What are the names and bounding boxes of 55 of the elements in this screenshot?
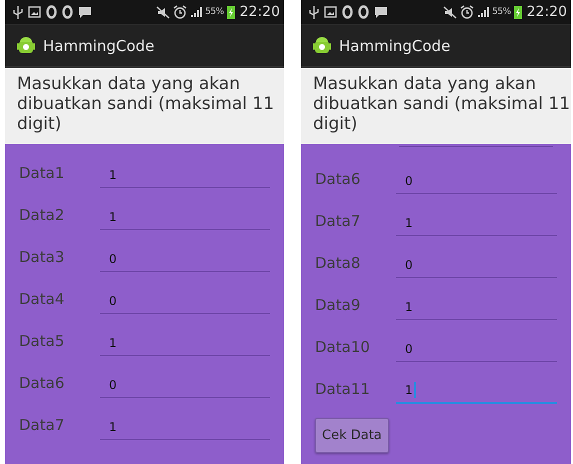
clock-time: 22:20 [526, 4, 567, 20]
field-label: Data6 [19, 374, 66, 392]
battery-icon [226, 5, 235, 19]
field-label: Data2 [19, 206, 66, 224]
field-label: Data11 [315, 380, 371, 398]
input-field[interactable]: 1 [100, 414, 270, 440]
battery-icon [514, 5, 522, 19]
input-field[interactable]: 0 [396, 168, 557, 194]
input-field[interactable]: 0 [396, 252, 557, 278]
android-icon [17, 36, 35, 56]
input-field[interactable]: 1 [396, 294, 557, 320]
battery-percent: 55% [492, 7, 511, 17]
signal-icon [190, 6, 202, 18]
input-field[interactable]: 1 [100, 162, 270, 188]
field-label: Data7 [315, 212, 362, 230]
input-field[interactable]: 0 [100, 246, 270, 272]
instruction-text: Masukkan data yang akan dibuatkan sandi (maksimal 11 digit) [313, 74, 571, 134]
instruction-text: Masukkan data yang akan dibuatkan sandi (maksimal 11 digit) [17, 74, 276, 134]
field-label: Data1 [19, 164, 66, 182]
input-field[interactable]: 1 [396, 210, 557, 236]
field-label: Data8 [315, 254, 362, 272]
clock-time: 22:20 [240, 4, 280, 20]
mute-icon [443, 6, 458, 18]
mute-icon [156, 6, 170, 18]
android-icon [313, 36, 331, 56]
field-label: Data4 [19, 290, 66, 308]
battery-percent: 55% [205, 7, 224, 17]
image-icon [28, 6, 41, 18]
chat-icon [78, 6, 92, 18]
input-field[interactable]: 1 [396, 378, 557, 404]
image-icon [324, 6, 337, 18]
cek-data-button[interactable]: Cek Data [315, 418, 389, 453]
app-title: HammingCode [43, 36, 154, 54]
alarm-icon [460, 5, 474, 19]
input-field[interactable]: 0 [396, 336, 557, 362]
input-field[interactable]: 0 [100, 288, 270, 314]
ring-icon [358, 5, 369, 19]
input-field[interactable]: 1 [100, 330, 270, 356]
app-title: HammingCode [339, 36, 450, 54]
ring-icon [62, 5, 73, 19]
chat-icon [374, 6, 388, 18]
field-label: Data3 [19, 248, 66, 266]
field-label: Data10 [315, 338, 371, 356]
signal-icon [477, 6, 490, 18]
ring-icon [46, 5, 57, 19]
field-label: Data7 [19, 416, 66, 434]
input-field[interactable]: 0 [100, 372, 270, 398]
field-label: Data6 [315, 170, 362, 188]
field-label: Data5 [19, 332, 66, 350]
field-label: Data9 [315, 296, 362, 314]
input-field[interactable]: 1 [100, 204, 270, 230]
usb-icon [13, 5, 23, 19]
usb-icon [309, 5, 319, 19]
alarm-icon [173, 5, 188, 19]
ring-icon [342, 5, 353, 19]
